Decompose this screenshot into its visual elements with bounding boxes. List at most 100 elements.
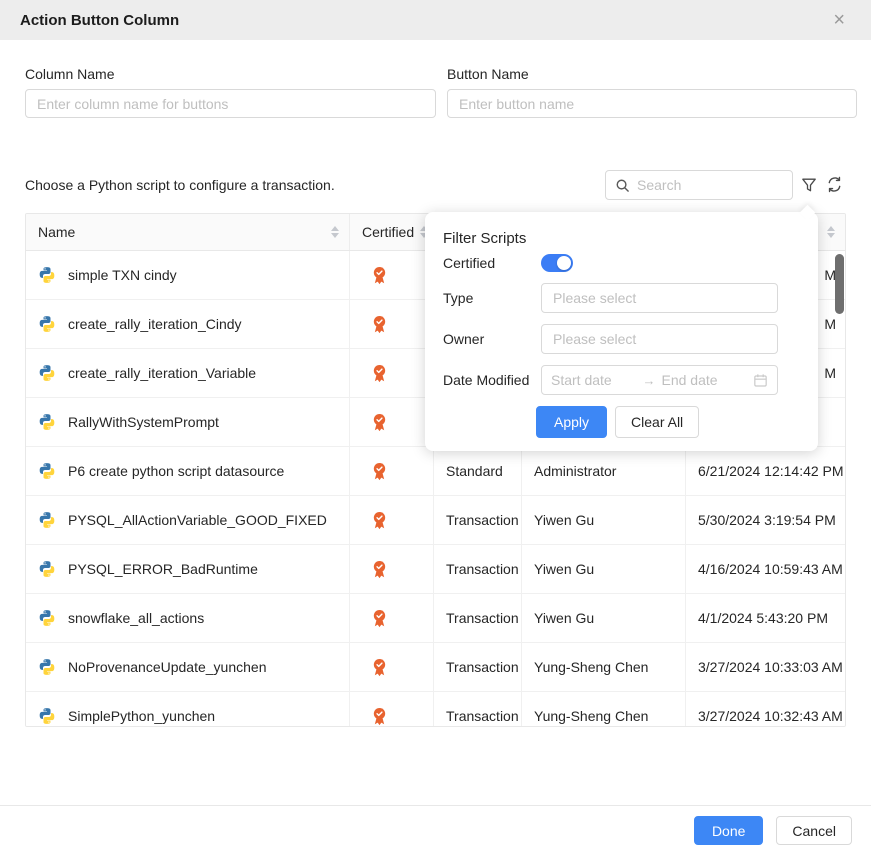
- certified-badge-icon: [371, 707, 388, 726]
- sort-icon[interactable]: [827, 226, 835, 238]
- button-name-label: Button Name: [447, 66, 857, 82]
- script-name: NoProvenanceUpdate_yunchen: [68, 659, 266, 675]
- column-name-input[interactable]: [25, 89, 436, 118]
- owner-cell: Administrator: [522, 447, 686, 495]
- python-icon: [38, 609, 56, 627]
- date-cell: 5/30/2024 3:19:54 PM: [686, 496, 845, 544]
- type-select[interactable]: Please select: [541, 283, 778, 313]
- certified-badge-icon: [371, 413, 388, 432]
- column-name-label: Column Name: [25, 66, 436, 82]
- script-name: PYSQL_ERROR_BadRuntime: [68, 561, 258, 577]
- type-cell: Transaction: [434, 496, 522, 544]
- search-icon: [615, 178, 630, 193]
- type-cell: Transaction: [434, 594, 522, 642]
- end-date-input[interactable]: [662, 372, 748, 388]
- certified-badge-icon: [371, 511, 388, 530]
- python-icon: [38, 413, 56, 431]
- date-filter-row: Date Modified →: [443, 365, 778, 395]
- certified-cell: [350, 545, 434, 593]
- date-cell: 3/27/2024 10:32:43 AM: [686, 692, 845, 727]
- script-row[interactable]: P6 create python script datasource Stand…: [26, 447, 845, 496]
- certified-cell: [350, 594, 434, 642]
- close-icon[interactable]: ×: [833, 10, 851, 30]
- script-row[interactable]: SimplePython_yunchen Transaction Yung-Sh…: [26, 692, 845, 727]
- python-icon: [38, 658, 56, 676]
- certified-badge-icon: [371, 462, 388, 481]
- script-name: snowflake_all_actions: [68, 610, 204, 626]
- type-cell: Transaction: [434, 692, 522, 727]
- script-name: SimplePython_yunchen: [68, 708, 215, 724]
- type-filter-label: Type: [443, 290, 541, 306]
- script-name: PYSQL_AllActionVariable_GOOD_FIXED: [68, 512, 327, 528]
- script-name: create_rally_iteration_Cindy: [68, 316, 242, 332]
- script-row[interactable]: snowflake_all_actions Transaction Yiwen …: [26, 594, 845, 643]
- date-range-picker[interactable]: →: [541, 365, 778, 395]
- owner-filter-label: Owner: [443, 331, 541, 347]
- script-row[interactable]: PYSQL_ERROR_BadRuntime Transaction Yiwen…: [26, 545, 845, 594]
- certified-badge-icon: [371, 609, 388, 628]
- certified-badge-icon: [371, 315, 388, 334]
- owner-select[interactable]: Please select: [541, 324, 778, 354]
- python-icon: [38, 707, 56, 725]
- owner-cell: Yiwen Gu: [522, 594, 686, 642]
- certified-cell: [350, 398, 434, 446]
- sort-icon[interactable]: [331, 226, 339, 238]
- range-arrow: →: [643, 373, 656, 388]
- column-name-field: Column Name: [25, 66, 436, 118]
- owner-cell: Yung-Sheng Chen: [522, 692, 686, 727]
- page-title: Action Button Column: [20, 12, 179, 29]
- apply-button[interactable]: Apply: [536, 406, 607, 438]
- popup-title: Filter Scripts: [443, 230, 778, 247]
- start-date-input[interactable]: [551, 372, 637, 388]
- filter-scripts-popup: Filter Scripts Certified Type Please sel…: [425, 212, 818, 451]
- owner-filter-row: Owner Please select: [443, 324, 778, 354]
- certified-cell: [350, 643, 434, 691]
- date-cell: 4/1/2024 5:43:20 PM: [686, 594, 845, 642]
- button-name-field: Button Name: [447, 66, 857, 118]
- script-name: create_rally_iteration_Variable: [68, 365, 256, 381]
- modal-footer: Done Cancel: [0, 805, 871, 860]
- date-filter-label: Date Modified: [443, 372, 541, 388]
- owner-cell: Yiwen Gu: [522, 545, 686, 593]
- filter-icon[interactable]: [799, 175, 819, 195]
- type-cell: Transaction: [434, 545, 522, 593]
- cancel-button[interactable]: Cancel: [776, 816, 852, 845]
- toggle-knob: [557, 256, 571, 270]
- column-header-certified[interactable]: Certified: [350, 214, 434, 250]
- script-name: simple TXN cindy: [68, 267, 177, 283]
- owner-cell: Yung-Sheng Chen: [522, 643, 686, 691]
- scrollbar-thumb[interactable]: [835, 254, 844, 314]
- type-filter-row: Type Please select: [443, 283, 778, 313]
- calendar-icon: [753, 373, 768, 388]
- refresh-icon[interactable]: [824, 174, 844, 194]
- python-icon: [38, 266, 56, 284]
- column-header-name[interactable]: Name: [26, 214, 350, 250]
- script-row[interactable]: NoProvenanceUpdate_yunchen Transaction Y…: [26, 643, 845, 692]
- certified-cell: [350, 692, 434, 727]
- certified-cell: [350, 496, 434, 544]
- python-icon: [38, 511, 56, 529]
- done-button[interactable]: Done: [694, 816, 763, 845]
- certified-badge-icon: [371, 560, 388, 579]
- certified-badge-icon: [371, 658, 388, 677]
- date-cell: 6/21/2024 12:14:42 PM: [686, 447, 845, 495]
- script-name: RallyWithSystemPrompt: [68, 414, 219, 430]
- certified-badge-icon: [371, 266, 388, 285]
- button-name-input[interactable]: [447, 89, 857, 118]
- certified-toggle[interactable]: [541, 254, 573, 272]
- search-box: [605, 170, 793, 200]
- certified-cell: [350, 447, 434, 495]
- certified-filter-row: Certified: [443, 254, 778, 272]
- python-icon: [38, 462, 56, 480]
- search-input[interactable]: [637, 177, 783, 193]
- python-icon: [38, 315, 56, 333]
- modal-header: Action Button Column ×: [0, 0, 871, 40]
- python-icon: [38, 560, 56, 578]
- type-cell: Transaction: [434, 643, 522, 691]
- certified-cell: [350, 349, 434, 397]
- clear-all-button[interactable]: Clear All: [615, 406, 699, 438]
- date-cell: 4/16/2024 10:59:43 AM: [686, 545, 845, 593]
- python-icon: [38, 364, 56, 382]
- script-row[interactable]: PYSQL_AllActionVariable_GOOD_FIXED Trans…: [26, 496, 845, 545]
- script-name: P6 create python script datasource: [68, 463, 284, 479]
